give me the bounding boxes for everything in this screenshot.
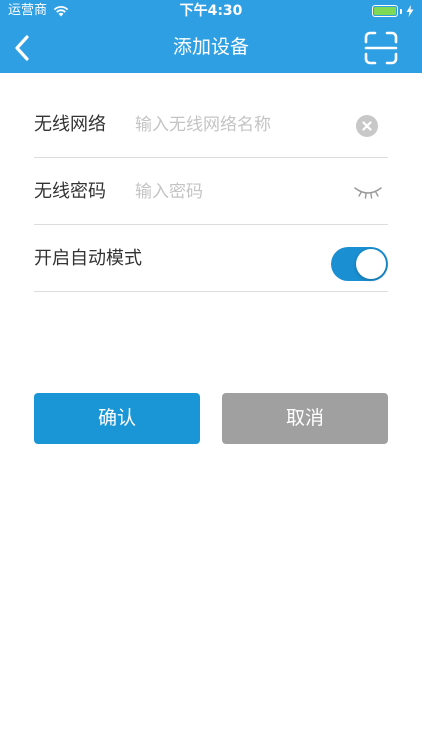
auto-mode-row: 开启自动模式: [34, 226, 388, 292]
password-visibility-button[interactable]: [353, 185, 383, 201]
battery-level: [374, 7, 396, 15]
battery-indicator: [372, 5, 414, 17]
auto-mode-toggle[interactable]: [331, 247, 388, 281]
auto-mode-label: 开启自动模式: [34, 248, 142, 269]
header: 运营商 下午4:30 添加设备: [0, 0, 422, 73]
eye-closed-icon: [354, 187, 382, 199]
scan-icon: [364, 31, 398, 65]
battery-icon: [372, 5, 398, 17]
wifi-row: 无线网络: [34, 92, 388, 158]
confirm-button[interactable]: 确认: [34, 393, 200, 444]
toggle-knob: [356, 249, 386, 279]
wifi-label: 无线网络: [34, 114, 106, 135]
password-input[interactable]: [135, 177, 345, 207]
nav-bar: 添加设备: [0, 22, 422, 73]
clear-wifi-button[interactable]: [356, 115, 378, 137]
password-label: 无线密码: [34, 181, 106, 202]
page-title: 添加设备: [172, 36, 249, 58]
battery-cap: [400, 8, 402, 14]
status-time: 下午4:30: [179, 3, 243, 19]
scan-button[interactable]: [364, 31, 398, 65]
wifi-name-input[interactable]: [135, 110, 345, 140]
password-row: 无线密码: [34, 159, 388, 225]
clear-icon: [362, 121, 372, 131]
status-bar: 运营商 下午4:30: [0, 0, 422, 22]
cancel-button[interactable]: 取消: [222, 393, 388, 444]
charging-bolt-icon: [406, 5, 414, 17]
